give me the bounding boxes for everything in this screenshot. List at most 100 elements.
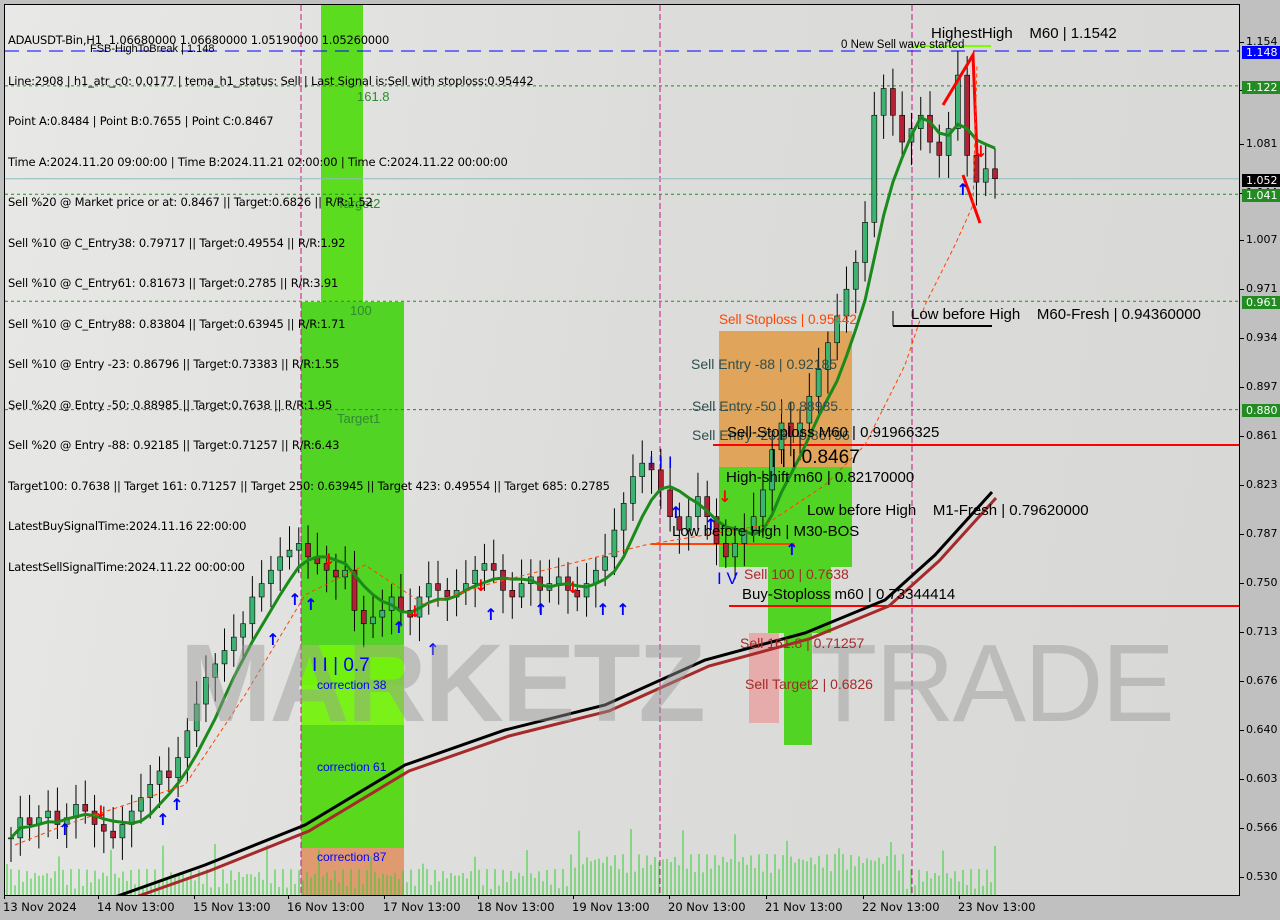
price-badge-level: 0.880	[1242, 404, 1280, 417]
candle-body	[732, 543, 738, 558]
candle-body	[880, 88, 887, 116]
candle-body	[110, 830, 116, 839]
sell-stoploss-m60-label: Sell-Stoploss M60 | 0.91966325	[727, 424, 940, 441]
candle-body	[45, 810, 51, 819]
price-badge-level: 0.961	[1242, 296, 1280, 309]
info-line: Sell %10 @ C_Entry38: 0.79717 || Target:…	[8, 235, 346, 250]
y-tick: 0.676	[1240, 674, 1278, 687]
y-tick: 0.823	[1240, 478, 1278, 491]
info-line: Sell %10 @ C_Entry88: 0.83804 || Target:…	[8, 316, 346, 331]
x-tick: 22 Nov 13:00	[862, 895, 940, 914]
candle-body	[156, 770, 163, 785]
low-before-high-m30-label: Low before High | M30-BOS	[672, 523, 860, 540]
x-tick: 14 Nov 13:00	[97, 895, 175, 914]
candle-body	[166, 770, 172, 778]
buy-arrow-icon: ↑	[785, 540, 798, 559]
sell-stoploss-label: Sell Stoploss | 0.95442	[719, 312, 857, 327]
candle-body	[620, 503, 627, 531]
sell-entry-50-label: Sell Entry -50 | 0.88985	[692, 398, 839, 414]
candle-body	[379, 610, 386, 618]
x-tick: 15 Nov 13:00	[193, 895, 271, 914]
buy-arrow-icon: ↑	[170, 795, 183, 814]
y-tick: 0.897	[1240, 380, 1278, 393]
wave-iii-label: I I I	[649, 453, 673, 472]
buy-stoploss-label: Buy-Stoploss m60 | 0.73344414	[742, 586, 956, 603]
candle-body	[815, 369, 822, 397]
info-line: Point A:0.8484 | Point B:0.7655 | Point …	[8, 114, 274, 128]
y-tick: 0.934	[1240, 331, 1278, 344]
y-tick: 0.640	[1240, 723, 1278, 736]
x-tick: 19 Nov 13:00	[572, 895, 650, 914]
y-tick: 0.861	[1240, 429, 1278, 442]
x-tick: 23 Nov 13:00	[958, 895, 1036, 914]
candle-body	[890, 88, 896, 116]
price-badge-level: 1.041	[1242, 189, 1280, 202]
sell-161-label: Sell 161.8 | 0.71257	[740, 635, 865, 651]
y-tick: 0.787	[1240, 527, 1278, 540]
sell-target2-label: Sell Target2 | 0.6826	[745, 676, 873, 692]
candle-body	[964, 74, 970, 156]
sell-100-label: Sell 100 | 0.7638	[744, 566, 849, 582]
candle-body	[871, 114, 878, 223]
info-line: Sell %10 @ C_Entry61: 0.81673 || Target:…	[8, 276, 339, 290]
watermark-marketz: MARKETZ	[180, 622, 706, 745]
low-before-high-m1-label: Low before High M1-Fresh | 0.79620000	[807, 502, 1089, 519]
buy-arrow-icon: ↑	[596, 600, 609, 619]
candle-body	[611, 529, 618, 558]
point-c-label: | | | 0.8467	[771, 447, 860, 468]
sell-arrow-icon: ↓	[718, 487, 731, 506]
candle-body	[899, 114, 905, 143]
candle-body	[722, 543, 729, 558]
y-tick: 0.530	[1240, 870, 1278, 883]
candle-body	[927, 114, 933, 143]
info-line: Sell %20 @ Market price or at: 0.8467 ||…	[8, 195, 373, 209]
candle-body	[630, 476, 636, 504]
candle-body	[147, 784, 154, 799]
info-line: LatestBuySignalTime:2024.11.16 22:00:00	[8, 519, 247, 533]
buy-arrow-icon: ↑	[669, 503, 682, 522]
wave-0-7-label: I I | 0.7	[312, 655, 370, 676]
y-tick: 0.566	[1240, 821, 1278, 834]
y-tick: 0.713	[1240, 625, 1278, 638]
candle-body	[760, 489, 766, 518]
candle-body	[982, 168, 989, 183]
y-tick: 0.750	[1240, 576, 1278, 589]
candle-body	[175, 757, 181, 778]
chart-plot-area[interactable]: MARKETZ TRADE ↑ ↑ ↑ ↑ ↑ ↑ ↑ ↑ ↑ ↑ ↑ ↑ ↑ ↑ ↑ ↑ ↓ ↓ ↓ ↓ ↓ ↓ ↓ AD…	[4, 4, 1240, 896]
new-sell-wave-label: 0 New Sell wave started	[841, 39, 965, 51]
candle-body	[119, 824, 126, 839]
candle-body	[26, 817, 33, 825]
candle-body	[852, 262, 859, 290]
price-badge-current: 1.052	[1242, 174, 1280, 187]
info-line: Target100: 0.7638 || Target 161: 0.71257…	[8, 478, 610, 493]
y-tick: 0.603	[1240, 772, 1278, 785]
correction-61-label: correction 61	[317, 760, 387, 774]
y-tick: 0.971	[1240, 282, 1278, 295]
high-shift-label: High-shift m60 | 0.82170000	[726, 469, 915, 486]
info-line: Sell %10 @ Entry -23: 0.86796 || Target:…	[8, 357, 340, 371]
buy-arrow-icon: ↑	[956, 180, 969, 199]
candle-body	[101, 824, 107, 832]
info-line: Sell %20 @ Entry -88: 0.92185 || Target:…	[8, 438, 340, 452]
info-line: Line:2908 | h1_atr_c0: 0.0177 | tema_h1_…	[8, 73, 534, 88]
info-line: Time A:2024.11.20 09:00:00 | Time B:2024…	[8, 154, 508, 169]
candle-body	[936, 141, 943, 156]
x-tick: 20 Nov 13:00	[668, 895, 746, 914]
x-tick: 18 Nov 13:00	[477, 895, 555, 914]
candle-body	[992, 168, 998, 179]
sell-arrow-icon: ↓	[974, 142, 987, 161]
sell-entry-88-label: Sell Entry -88 | 0.92185	[691, 356, 838, 372]
candle-body	[862, 222, 868, 263]
y-tick: 1.007	[1240, 233, 1278, 246]
sell-arrow-icon: ↓	[94, 802, 107, 821]
sell-arrow-icon: ↓	[408, 602, 421, 621]
buy-arrow-icon: ↑	[58, 820, 71, 839]
info-line: LatestSellSignalTime:2024.11.22 00:00:00	[8, 559, 245, 574]
correction-38-label: correction 38	[317, 678, 387, 692]
x-tick: 16 Nov 13:00	[287, 895, 365, 914]
buy-arrow-icon: ↑	[534, 600, 547, 619]
x-tick: 13 Nov 2024	[3, 895, 77, 914]
y-tick: 1.081	[1240, 137, 1278, 150]
price-axis[interactable]: 1.154 1.117 1.081 1.044 1.007 0.971 0.93…	[1240, 0, 1280, 920]
wave-iv-label: I V	[717, 569, 738, 588]
